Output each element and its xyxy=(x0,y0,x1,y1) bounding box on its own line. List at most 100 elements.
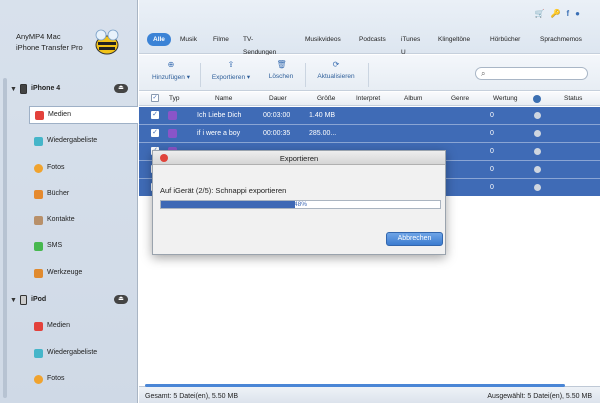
export-icon: ⇪ xyxy=(227,60,235,69)
tab-filme[interactable]: Filme xyxy=(213,33,229,46)
cell-rating: 0 xyxy=(490,112,494,119)
photos-icon xyxy=(34,164,43,173)
disclosure-triangle-icon[interactable]: ▼ xyxy=(10,86,17,93)
sidebar-item-medien[interactable]: Medien xyxy=(29,318,138,336)
sidebar-item-wiedergabeliste[interactable]: Wiedergabeliste xyxy=(29,133,138,151)
sidebar: AnyMP4 Mac iPhone Transfer Pro ▼ iPhone … xyxy=(0,0,138,403)
close-icon[interactable] xyxy=(160,154,168,162)
row-checkbox[interactable]: ✓ xyxy=(151,129,159,137)
disclosure-triangle-icon[interactable]: ▼ xyxy=(10,297,17,304)
column-header-album[interactable]: Album xyxy=(404,95,422,102)
app-title-line2: iPhone Transfer Pro xyxy=(16,43,83,52)
export-button[interactable]: ⇪ Exportieren ▾ xyxy=(206,60,256,88)
dialog-titlebar: Exportieren xyxy=(153,151,445,165)
contacts-icon xyxy=(34,216,43,225)
status-dot-icon xyxy=(534,130,541,137)
sidebar-item-label: Wiedergabeliste xyxy=(47,349,98,356)
sidebar-item-label: SMS xyxy=(47,242,63,249)
cell-name: Ich Liebe Dich xyxy=(197,112,242,119)
device-label: iPod xyxy=(31,296,47,303)
table-row[interactable]: ✓ Ich Liebe Dich 00:03:00 1.40 MB 0 xyxy=(139,107,600,124)
sidebar-item-fotos[interactable]: Fotos xyxy=(29,160,138,178)
toolbar-divider xyxy=(368,63,369,87)
cell-rating: 0 xyxy=(490,184,494,191)
key-icon[interactable]: 🔑 xyxy=(551,9,567,18)
column-header-dauer[interactable]: Dauer xyxy=(269,95,287,102)
cell-rating: 0 xyxy=(490,166,494,173)
sidebar-item-buecher[interactable]: Bücher xyxy=(29,186,138,204)
toolbar-divider xyxy=(305,63,306,87)
app-title: AnyMP4 Mac iPhone Transfer Pro xyxy=(16,31,83,53)
playlist-icon xyxy=(34,137,43,146)
horizontal-scrollbar[interactable] xyxy=(145,384,565,387)
sms-icon xyxy=(34,242,43,251)
toolbar: ⊕ Hinzufügen ▾ ⇪ Exportieren ▾ 🗑 Löschen… xyxy=(139,55,600,91)
cell-rating: 0 xyxy=(490,130,494,137)
add-button[interactable]: ⊕ Hinzufügen ▾ xyxy=(147,60,195,88)
sidebar-item-wiedergabeliste[interactable]: Wiedergabeliste xyxy=(29,345,138,363)
sidebar-item-medien[interactable]: Medien xyxy=(29,106,138,124)
refresh-button[interactable]: ⟳ Aktualisieren xyxy=(311,60,361,88)
select-all-checkbox[interactable]: ✓ xyxy=(151,94,159,102)
status-dot-icon xyxy=(534,148,541,155)
chat-icon[interactable]: ● xyxy=(575,9,586,18)
cancel-button[interactable]: Abbrechen xyxy=(386,232,443,246)
row-checkbox[interactable]: ✓ xyxy=(151,111,159,119)
progress-label: 48% xyxy=(293,201,307,208)
sidebar-item-fotos[interactable]: Fotos xyxy=(29,371,138,389)
facebook-icon[interactable]: f xyxy=(566,9,575,18)
sidebar-item-label: Kontakte xyxy=(47,216,75,223)
cell-name: if i were a boy xyxy=(197,130,241,137)
tab-sprachmemos[interactable]: Sprachmemos xyxy=(540,33,582,46)
chevron-down-icon: ▾ xyxy=(245,74,251,81)
tab-itunes-u[interactable]: iTunes U xyxy=(401,33,420,56)
eject-icon[interactable]: ⏏ xyxy=(114,295,128,304)
add-label: Hinzufügen xyxy=(152,74,185,81)
ringtone-icon xyxy=(168,111,177,120)
table-row[interactable]: ✓ if i were a boy 00:00:35 285.00... 0 xyxy=(139,125,600,142)
column-header-genre[interactable]: Genre xyxy=(451,95,469,102)
cart-icon[interactable]: 🛒 xyxy=(535,9,551,18)
device-iphone[interactable]: ▼ iPhone 4 ⏏ xyxy=(10,84,134,96)
sidebar-item-label: Medien xyxy=(48,111,71,118)
sidebar-scrollbar[interactable] xyxy=(3,78,7,398)
tab-musik[interactable]: Musik xyxy=(180,33,197,46)
music-icon xyxy=(35,111,44,120)
ringtone-icon xyxy=(168,129,177,138)
top-icons: 🛒🔑f● xyxy=(535,9,586,18)
status-total: Gesamt: 5 Datei(en), 5.50 MB xyxy=(145,393,238,400)
delete-button[interactable]: 🗑 Löschen xyxy=(263,60,299,88)
sidebar-item-label: Medien xyxy=(47,322,70,329)
column-header-interpret[interactable]: Interpret xyxy=(356,95,380,102)
app-header: AnyMP4 Mac iPhone Transfer Pro xyxy=(0,0,138,70)
sidebar-item-sms[interactable]: SMS xyxy=(29,238,138,256)
search-icon: ⌕ xyxy=(481,69,486,78)
tab-podcasts[interactable]: Podcasts xyxy=(359,33,386,46)
plus-icon: ⊕ xyxy=(167,60,175,69)
cell-size: 285.00... xyxy=(309,130,337,137)
sidebar-item-werkzeuge[interactable]: Werkzeuge xyxy=(29,265,138,283)
search-input[interactable]: ⌕ xyxy=(475,67,588,80)
device-ipod[interactable]: ▼ iPod ⏏ xyxy=(10,295,134,307)
status-dot-icon xyxy=(534,112,541,119)
tab-klingeltoene[interactable]: Klingeltöne xyxy=(438,33,470,46)
column-header-groesse[interactable]: Größe xyxy=(317,95,335,102)
column-header-name[interactable]: Name xyxy=(215,95,232,102)
column-header-status[interactable]: Status xyxy=(564,95,582,102)
eject-icon[interactable]: ⏏ xyxy=(114,84,128,93)
column-header-wertung[interactable]: Wertung xyxy=(493,95,517,102)
sidebar-item-label: Fotos xyxy=(47,375,65,382)
tab-alle[interactable]: Alle xyxy=(147,33,171,46)
books-icon xyxy=(34,190,43,199)
dialog-title: Exportieren xyxy=(279,154,319,163)
status-dot-icon xyxy=(534,166,541,173)
tab-hoerbuecher[interactable]: Hörbücher xyxy=(490,33,520,46)
cell-size: 1.40 MB xyxy=(309,112,336,119)
sidebar-item-label: Werkzeuge xyxy=(47,269,83,276)
column-header-typ[interactable]: Typ xyxy=(169,95,179,102)
top-bar: 🛒🔑f● Alle Musik Filme TV-Sendungen Musik… xyxy=(139,0,600,56)
tab-musikvideos[interactable]: Musikvideos xyxy=(305,33,341,46)
sidebar-item-kontakte[interactable]: Kontakte xyxy=(29,212,138,230)
toolbar-divider xyxy=(200,63,201,87)
tab-tv-sendungen[interactable]: TV-Sendungen xyxy=(243,33,276,56)
